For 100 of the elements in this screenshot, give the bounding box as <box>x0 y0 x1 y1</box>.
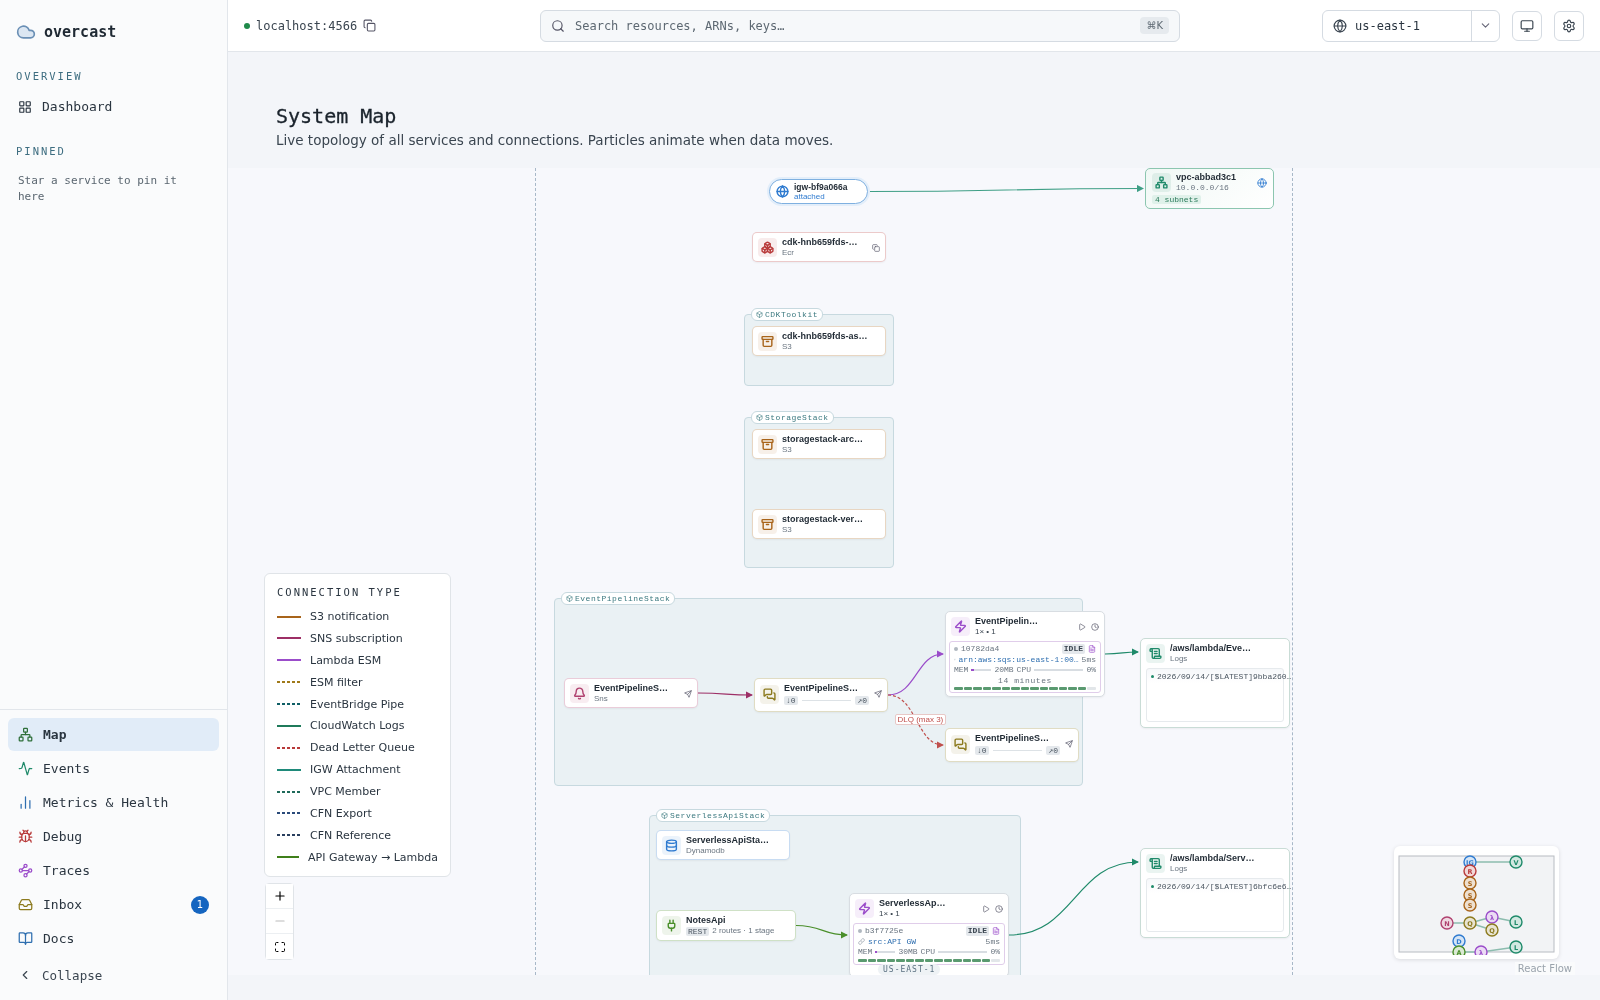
box-icon <box>756 414 763 421</box>
globe-icon <box>1333 18 1347 33</box>
node-instances: 1× • 1 <box>879 909 901 919</box>
subnet-tag: 4 subnets <box>1152 195 1202 204</box>
node-title: EventPipelineS… <box>784 683 860 694</box>
monitor-button[interactable] <box>1512 10 1542 41</box>
api-summary: 2 routes · 1 stage <box>712 926 775 936</box>
box-icon <box>566 595 573 602</box>
zoom-in-button[interactable] <box>266 884 293 909</box>
play-icon[interactable] <box>982 904 990 913</box>
copy-icon[interactable] <box>363 19 377 32</box>
node-type: Dynamodb <box>686 846 726 856</box>
nav-item[interactable]: Traces <box>8 854 219 887</box>
legend-label: API Gateway → Lambda <box>308 850 438 864</box>
gateway-node[interactable]: igw-bf9a066a attached <box>769 179 868 204</box>
brand-name: overcast <box>44 23 117 41</box>
endpoint-url: localhost:4566 <box>256 18 358 33</box>
metric-label: CPU <box>920 947 935 957</box>
box-icon <box>756 311 763 318</box>
legend-label: S3 notification <box>310 610 390 624</box>
legend-title: CONNECTION TYPE <box>277 586 403 598</box>
legend-label: Lambda ESM <box>310 653 382 667</box>
metric-value: 0% <box>1086 665 1096 675</box>
metric-value: 30MB <box>898 947 918 957</box>
pinned-hint: Star a service to pin it here <box>17 173 178 205</box>
resource-node[interactable]: cdk-hnb659fds-… Ecr <box>752 232 886 262</box>
play-icon[interactable] <box>1078 622 1086 631</box>
log-dot <box>1151 885 1154 888</box>
uptime: 14 minutes <box>998 675 1052 685</box>
api-node[interactable]: NotesApi REST 2 routes · 1 stage <box>656 910 796 941</box>
globe-icon <box>1257 177 1267 188</box>
instance-dot <box>954 646 958 651</box>
memory-meter <box>971 668 992 671</box>
search-icon <box>551 18 565 33</box>
metric-value: 0% <box>990 947 1000 957</box>
node-type: S3 <box>782 525 793 535</box>
nav-item[interactable]: Map <box>8 718 219 751</box>
node-title: EventPipelin… <box>975 616 1039 627</box>
nav-item[interactable]: Docs <box>8 922 219 955</box>
node-type: Ecr <box>782 248 795 258</box>
nav-item[interactable]: Metrics & Health <box>8 786 219 819</box>
search-input[interactable]: Search resources, ARNs, keys… <box>573 17 1133 34</box>
nav-icon <box>18 761 33 776</box>
stack-label: CDKToolkit <box>751 308 823 321</box>
in-count: ↓0 <box>784 696 798 705</box>
region-label: US-EAST-1 <box>878 964 941 975</box>
legend-label: IGW Attachment <box>310 763 401 777</box>
nav-item[interactable]: Inbox 1 <box>8 888 219 921</box>
node-title: /aws/lambda/Eve… <box>1170 643 1253 654</box>
nav-icon <box>18 897 33 912</box>
memory-meter <box>875 950 896 953</box>
search-field[interactable]: Search resources, ARNs, keys… ⌘K <box>540 9 1180 42</box>
in-count: ↓0 <box>975 746 989 755</box>
settings-button[interactable] <box>1554 10 1584 41</box>
clock-icon[interactable] <box>995 904 1003 913</box>
resource-node[interactable]: storagestack-arc… S3 <box>752 429 886 459</box>
document-icon[interactable] <box>1088 644 1096 653</box>
queue-node[interactable]: EventPipelineS… ↓0 ↗0 <box>945 728 1079 762</box>
send-icon[interactable] <box>1065 740 1073 748</box>
node-status: attached <box>794 192 826 201</box>
document-icon[interactable] <box>992 926 1000 935</box>
resource-node[interactable]: ServerlessApiSta… Dynamodb <box>656 830 790 860</box>
nav-icon <box>18 863 33 878</box>
link-icon <box>858 937 865 945</box>
status-badge: IDLE <box>965 926 989 936</box>
node-type: Sns <box>594 694 609 704</box>
stack-label: EventPipelineStack <box>561 592 676 605</box>
resource-node[interactable]: cdk-hnb659fds-as… S3 <box>752 326 886 356</box>
logs-node[interactable]: /aws/lambda/Serv… Logs 2026/09/14/[$LATEST]6bfc6e6… <box>1140 848 1290 938</box>
function-node[interactable]: EventPipelin… 1× • 1 10782da4 IDLE arn:aws:sqs:us-east-1:00… 5ms MEM 20MB CPU 0% 14 minutes <box>945 611 1105 697</box>
region-select[interactable]: us-east-1 <box>1322 9 1500 42</box>
node-title: storagestack-arc… <box>782 434 865 445</box>
nav-item[interactable]: Dashboard <box>8 90 219 123</box>
send-icon[interactable] <box>874 690 882 698</box>
vpc-node[interactable]: vpc-abbad3c1 10.0.0.0/16 4 subnets <box>1145 168 1274 209</box>
resource-node[interactable]: EventPipelineS… Sns <box>564 678 698 708</box>
fit-view-icon <box>273 940 286 953</box>
resource-node[interactable]: storagestack-ver… S3 <box>752 509 886 539</box>
log-stream[interactable]: 2026/09/14/[$LATEST]9bba260… <box>1157 672 1292 681</box>
log-stream[interactable]: 2026/09/14/[$LATEST]6bfc6e6… <box>1157 882 1292 891</box>
clock-icon[interactable] <box>1091 622 1099 631</box>
queue-node[interactable]: EventPipelineS… ↓0 ↗0 <box>754 678 888 712</box>
nav-item[interactable]: Debug <box>8 820 219 853</box>
node-title: NotesApi <box>686 915 727 926</box>
node-title: EventPipelineS… <box>594 683 670 694</box>
collapse-button[interactable]: Collapse <box>0 958 227 992</box>
nav-item[interactable]: Events <box>8 752 219 785</box>
legend-label: ESM filter <box>310 675 363 689</box>
node-type: Logs <box>1170 654 1189 664</box>
legend-label: CFN Reference <box>310 828 392 842</box>
send-icon[interactable] <box>684 689 692 698</box>
count-badge: 1 <box>191 895 209 914</box>
api-type-badge: REST <box>686 926 710 936</box>
event-source: arn:aws:sqs:us-east-1:00… <box>958 654 1079 664</box>
logs-node[interactable]: /aws/lambda/Eve… Logs 2026/09/14/[$LATEST]9bba260… <box>1140 638 1290 728</box>
node-title: ServerlessAp… <box>879 898 947 909</box>
nav-icon <box>18 931 33 946</box>
legend-label: CFN Export <box>310 806 372 820</box>
cloud-logo-icon <box>16 22 36 42</box>
section-heading: OVERVIEW <box>15 69 84 84</box>
